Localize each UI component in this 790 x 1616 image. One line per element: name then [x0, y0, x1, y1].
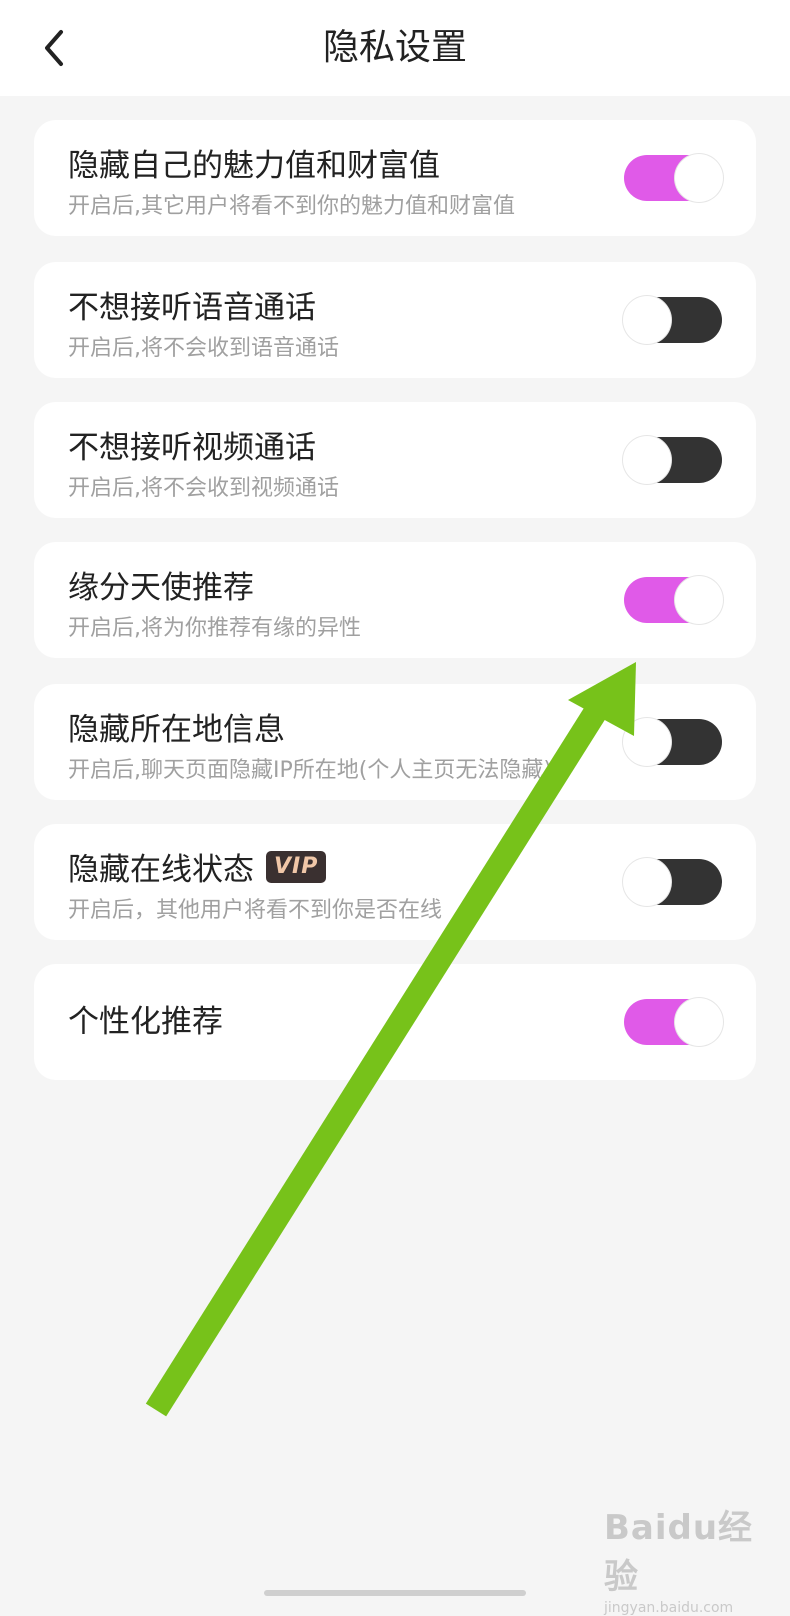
- toggle-personalized-recommend[interactable]: [624, 998, 723, 1046]
- annotation-arrow-icon: [145, 662, 636, 1417]
- home-indicator: [264, 1590, 526, 1596]
- setting-row-fate-angel-recommend: 缘分天使推荐 开启后,将为你推荐有缘的异性: [34, 542, 756, 658]
- setting-row-reject-video-call: 不想接听视频通话 开启后,将不会收到视频通话: [34, 402, 756, 518]
- setting-title: 隐藏在线状态: [68, 852, 254, 888]
- toggle-knob: [675, 576, 723, 624]
- setting-row-reject-voice-call: 不想接听语音通话 开启后,将不会收到语音通话: [34, 262, 756, 378]
- setting-title: 个性化推荐: [68, 1004, 223, 1040]
- setting-subtitle: 开启后,聊天页面隐藏IP所在地(个人主页无法隐藏): [68, 758, 552, 783]
- watermark-logo: Baidu经验: [604, 1508, 754, 1597]
- toggle-knob: [623, 296, 671, 344]
- setting-subtitle: 开启后,将不会收到视频通话: [68, 476, 339, 501]
- toggle-knob: [623, 718, 671, 766]
- setting-row-hide-location: 隐藏所在地信息 开启后,聊天页面隐藏IP所在地(个人主页无法隐藏): [34, 684, 756, 800]
- setting-subtitle: 开启后,将不会收到语音通话: [68, 336, 339, 361]
- setting-title: 隐藏所在地信息: [68, 712, 285, 748]
- setting-row-personalized-recommend: 个性化推荐: [34, 964, 756, 1080]
- setting-title: 隐藏自己的魅力值和财富值: [68, 148, 440, 184]
- setting-subtitle: 开启后，其他用户将看不到你是否在线: [68, 898, 443, 923]
- setting-subtitle: 开启后,将为你推荐有缘的异性: [68, 616, 361, 641]
- toggle-fate-angel-recommend[interactable]: [624, 576, 723, 624]
- setting-title: 不想接听视频通话: [68, 430, 316, 466]
- toggle-knob: [623, 436, 671, 484]
- toggle-hide-location[interactable]: [623, 718, 722, 766]
- setting-title: 缘分天使推荐: [68, 570, 254, 606]
- toggle-reject-video-call[interactable]: [623, 436, 722, 484]
- setting-row-hide-charm-wealth: 隐藏自己的魅力值和财富值 开启后,其它用户将看不到你的魅力值和财富值: [34, 120, 756, 236]
- header: 隐私设置: [0, 0, 790, 96]
- setting-subtitle: 开启后,其它用户将看不到你的魅力值和财富值: [68, 194, 515, 219]
- baidu-watermark: Baidu经验 jingyan.baidu.com: [604, 1500, 774, 1616]
- toggle-hide-charm-wealth[interactable]: [624, 154, 723, 202]
- setting-row-hide-online-status: 隐藏在线状态 VIP 开启后，其他用户将看不到你是否在线: [34, 824, 756, 940]
- toggle-hide-online-status[interactable]: [623, 858, 722, 906]
- toggle-reject-voice-call[interactable]: [623, 296, 722, 344]
- toggle-knob: [675, 998, 723, 1046]
- toggle-knob: [623, 858, 671, 906]
- setting-title-row: 隐藏在线状态 VIP: [68, 844, 327, 889]
- watermark-url: jingyan.baidu.com: [604, 1600, 734, 1616]
- toggle-knob: [675, 154, 723, 202]
- page-title: 隐私设置: [322, 27, 467, 68]
- setting-title: 不想接听语音通话: [68, 290, 316, 326]
- vip-badge: VIP: [266, 850, 327, 883]
